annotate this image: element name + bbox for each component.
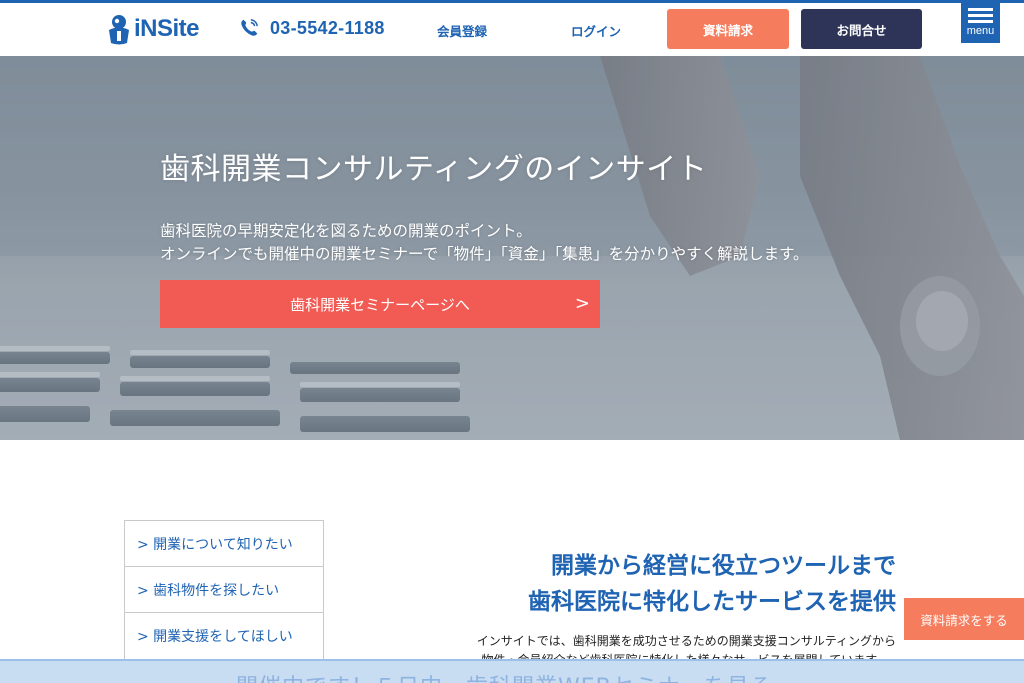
logo-mark-icon [109, 15, 129, 45]
hamburger-icon [968, 8, 993, 26]
side-menu-item-about-opening[interactable]: > 開業について知りたい [125, 521, 323, 567]
side-menu-item-support[interactable]: > 開業支援をしてほしい [125, 613, 323, 659]
bottom-banner-text: 開催中です！５日中 歯科開業WEBセミナーを見る [236, 669, 773, 683]
site-header: iNSite 03-5542-1188 会員登録 ログイン 資料請求 お問合せ … [0, 3, 1024, 56]
hero-description-line2: オンラインでも開催中の開業セミナーで「物件」「資金」「集患」を分かりやすく解説し… [160, 245, 809, 263]
side-menu-item-find-property[interactable]: > 歯科物件を探したい [125, 567, 323, 613]
floating-request-button[interactable]: 資料請求をする [904, 598, 1024, 640]
header-phone[interactable]: 03-5542-1188 [238, 17, 385, 39]
phone-number: 03-5542-1188 [270, 17, 385, 38]
seminar-page-button[interactable]: 歯科開業セミナーページへ > [160, 280, 600, 328]
bottom-seminar-banner[interactable]: 開催中です！５日中 歯科開業WEBセミナーを見る [0, 659, 1024, 683]
hero-title: 歯科開業コンサルティングのインサイト [160, 152, 708, 187]
site-logo[interactable]: iNSite [106, 12, 200, 46]
hero-section: 歯科開業コンサルティングのインサイト 歯科医院の早期安定化を図るための開業のポイ… [0, 56, 1024, 440]
main-headline-line1: 開業から経営に役立つツールまで [551, 553, 896, 579]
menu-button[interactable]: menu [961, 3, 1000, 43]
nav-register-link[interactable]: 会員登録 [437, 21, 487, 40]
contact-button[interactable]: お問合せ [801, 9, 922, 49]
side-menu: > 開業について知りたい > 歯科物件を探したい > 開業支援をしてほしい [124, 520, 324, 660]
menu-label: menu [966, 25, 995, 37]
seminar-page-button-label: 歯科開業セミナーページへ [290, 295, 470, 314]
main-headline-line2: 歯科医院に特化したサービスを提供 [528, 589, 896, 615]
phone-icon [241, 19, 258, 36]
intro-text-line1: インサイトでは、歯科開業を成功させるための開業支援コンサルティングから [476, 634, 896, 648]
request-documents-button[interactable]: 資料請求 [667, 9, 789, 49]
chevron-right-icon: > [574, 293, 590, 314]
hero-description-line1: 歯科医院の早期安定化を図るための開業のポイント。 [160, 222, 532, 240]
nav-login-link[interactable]: ログイン [571, 21, 621, 40]
logo-text: iNSite [134, 15, 200, 42]
